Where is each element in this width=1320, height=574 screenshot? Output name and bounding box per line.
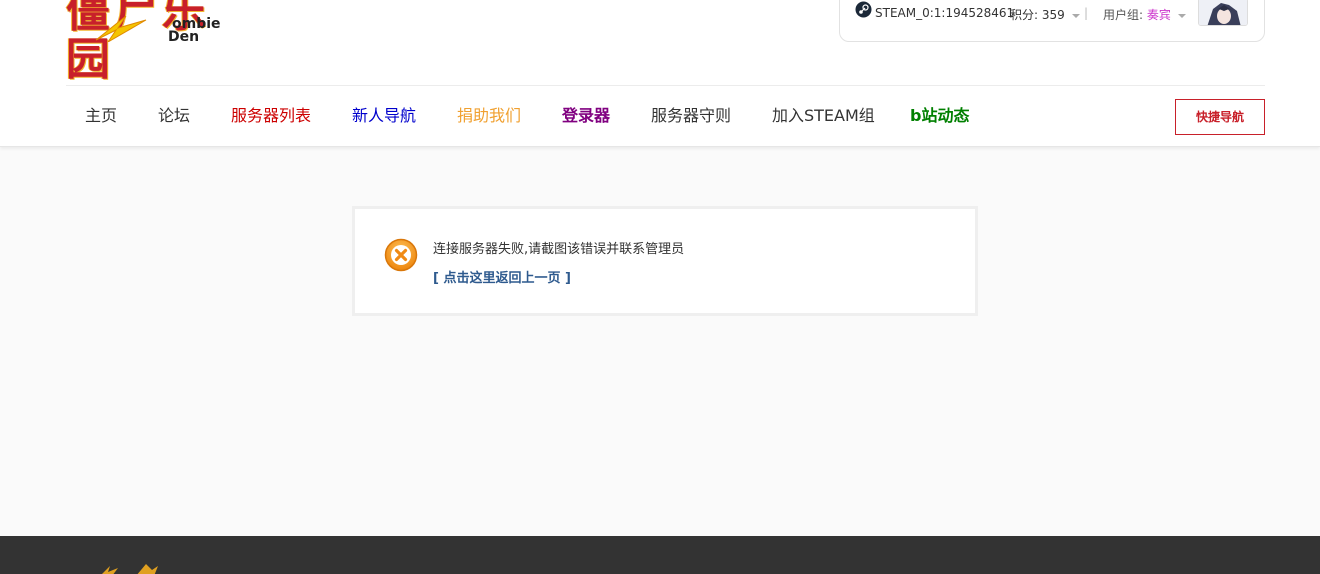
nav-bilibili[interactable]: b站动态 xyxy=(910,86,969,146)
chevron-down-icon xyxy=(1177,13,1186,18)
points-label: 积分: xyxy=(1010,8,1039,22)
points-value: 359 xyxy=(1041,8,1065,22)
steam-icon xyxy=(855,1,872,18)
footer-logo-icon xyxy=(102,564,158,574)
chevron-down-icon xyxy=(1071,13,1080,18)
nav-home[interactable]: 主页 xyxy=(85,86,117,146)
separator: | xyxy=(1084,6,1089,20)
steam-id-link[interactable]: STEAM_0:1:194528461 xyxy=(875,6,1014,20)
logo-lightning-icon xyxy=(95,15,147,42)
quick-nav-button[interactable]: 快捷导航 xyxy=(1175,99,1265,135)
user-info-panel: STEAM_0:1:194528461 积分: 359 | 用户组: 奏宾 xyxy=(839,0,1265,42)
go-back-link[interactable]: [ 点击这里返回上一页 ] xyxy=(433,267,571,286)
points-menu[interactable]: 积分: 359 xyxy=(1010,6,1080,23)
usergroup-label: 用户组: xyxy=(1103,8,1144,22)
site-footer xyxy=(0,536,1320,574)
nav-newbie-guide[interactable]: 新人导航 xyxy=(352,86,416,146)
nav-donate[interactable]: 捐助我们 xyxy=(457,86,521,146)
error-icon xyxy=(384,238,418,272)
logo-english-text: ombie Den xyxy=(168,16,221,45)
avatar[interactable] xyxy=(1198,0,1248,26)
nav-launcher[interactable]: 登录器 xyxy=(562,86,610,146)
main-nav: 主页 论坛 服务器列表 新人导航 捐助我们 登录器 服务器守则 加入STEAM组… xyxy=(66,86,1066,146)
usergroup-menu[interactable]: 用户组: 奏宾 xyxy=(1103,6,1186,23)
nav-server-list[interactable]: 服务器列表 xyxy=(231,86,311,146)
nav-forum[interactable]: 论坛 xyxy=(158,86,190,146)
site-logo[interactable]: 僵尸乐园 ombie Den xyxy=(66,0,226,84)
error-message-box: 连接服务器失败,请截图该错误并联系管理员 [ 点击这里返回上一页 ] xyxy=(352,206,978,316)
site-header: 僵尸乐园 ombie Den STEAM_0:1:194528461 积分: 3… xyxy=(0,0,1320,147)
nav-join-steam-group[interactable]: 加入STEAM组 xyxy=(772,86,875,146)
usergroup-value: 奏宾 xyxy=(1146,8,1171,22)
nav-server-rules[interactable]: 服务器守则 xyxy=(651,86,731,146)
error-message-text: 连接服务器失败,请截图该错误并联系管理员 xyxy=(433,242,685,257)
